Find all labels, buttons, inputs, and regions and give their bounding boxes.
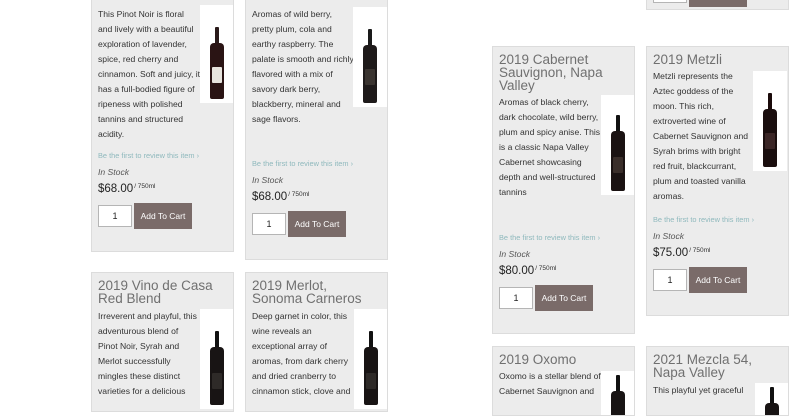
price-value: $75.00: [653, 247, 689, 259]
product-image[interactable]: [200, 5, 233, 103]
wine-bottle-icon: [611, 375, 625, 415]
add-to-cart-button[interactable]: Add To Cart: [134, 203, 192, 229]
price-value: $68.00: [252, 191, 288, 203]
product-title[interactable]: 2019 Vino de Casa Red Blend: [98, 279, 229, 306]
add-to-cart-button[interactable]: [689, 0, 747, 7]
product-price: $68.00/ 750ml: [98, 183, 156, 195]
product-title[interactable]: 2019 Oxomo: [499, 353, 630, 367]
product-description: Metzli represents the Aztec goddess of t…: [653, 71, 749, 201]
product-title[interactable]: 2021 Mezcla 54, Napa Valley: [653, 353, 784, 380]
product-card: Aromas of wild berry, pretty plum, cola …: [245, 0, 388, 260]
product-card: [646, 0, 789, 10]
wine-bottle-icon: [364, 331, 378, 405]
add-to-cart-button[interactable]: Add To Cart: [535, 285, 593, 311]
wine-bottle-icon: [763, 93, 777, 167]
quantity-input[interactable]: 1: [252, 213, 286, 235]
product-card: 2019 Oxomo Oxomo is a stellar blend of C…: [492, 346, 635, 416]
stock-status: In Stock: [98, 167, 130, 177]
product-card: 2019 Metzli Metzli represents the Aztec …: [646, 46, 789, 316]
product-card: 2019 Merlot, Sonoma Carneros Deep garnet…: [245, 272, 388, 412]
wine-bottle-icon: [210, 331, 224, 405]
product-price: $80.00/ 750ml: [499, 265, 557, 277]
wine-bottle-icon: [611, 115, 625, 191]
product-description: This Pinot Noir is floral and lively wit…: [98, 9, 201, 139]
price-value: $80.00: [499, 265, 535, 277]
product-description: Aromas of black cherry, dark chocolate, …: [499, 97, 601, 197]
stock-status: In Stock: [653, 231, 685, 241]
product-description: Deep garnet in color, this wine reveals …: [252, 311, 351, 396]
product-card: This Pinot Noir is floral and lively wit…: [91, 0, 234, 252]
quantity-input[interactable]: 1: [499, 287, 533, 309]
product-image[interactable]: [753, 71, 787, 171]
product-title[interactable]: 2019 Cabernet Sauvignon, Napa Valley: [499, 53, 630, 93]
price-unit: / 750ml: [535, 265, 557, 272]
product-description: This playful yet graceful: [653, 385, 744, 395]
wine-bottle-icon: [363, 29, 377, 103]
product-image[interactable]: [601, 95, 634, 195]
price-unit: / 750ml: [689, 247, 711, 254]
product-image[interactable]: [601, 371, 634, 415]
quantity-input[interactable]: 1: [98, 205, 132, 227]
review-link[interactable]: Be the first to review this item ›: [653, 215, 754, 224]
product-price: $68.00/ 750ml: [252, 191, 310, 203]
add-to-cart-button[interactable]: Add To Cart: [288, 211, 346, 237]
product-description: Irreverent and playful, this adventurous…: [98, 311, 197, 396]
wine-bottle-icon: [765, 387, 779, 415]
quantity-input[interactable]: [653, 0, 687, 3]
price-unit: / 750ml: [134, 183, 156, 190]
product-price: $75.00/ 750ml: [653, 247, 711, 259]
product-image[interactable]: [353, 7, 387, 107]
review-link[interactable]: Be the first to review this item ›: [98, 151, 199, 160]
review-link[interactable]: Be the first to review this item ›: [499, 233, 600, 242]
product-title[interactable]: 2019 Merlot, Sonoma Carneros: [252, 279, 383, 306]
product-description: Aromas of wild berry, pretty plum, cola …: [252, 9, 354, 124]
product-description: Oxomo is a stellar blend of Cabernet Sau…: [499, 371, 601, 396]
add-to-cart-button[interactable]: Add To Cart: [689, 267, 747, 293]
stock-status: In Stock: [499, 249, 531, 259]
product-card: 2019 Vino de Casa Red Blend Irreverent a…: [91, 272, 234, 412]
product-card: 2021 Mezcla 54, Napa Valley This playful…: [646, 346, 789, 416]
price-unit: / 750ml: [288, 191, 310, 198]
wine-bottle-icon: [210, 27, 224, 99]
product-title[interactable]: 2019 Metzli: [653, 53, 784, 67]
stock-status: In Stock: [252, 175, 284, 185]
review-link[interactable]: Be the first to review this item ›: [252, 159, 353, 168]
price-value: $68.00: [98, 183, 134, 195]
product-card: 2019 Cabernet Sauvignon, Napa Valley Aro…: [492, 46, 635, 334]
product-image[interactable]: [200, 309, 233, 409]
quantity-input[interactable]: 1: [653, 269, 687, 291]
product-image[interactable]: [354, 309, 387, 409]
